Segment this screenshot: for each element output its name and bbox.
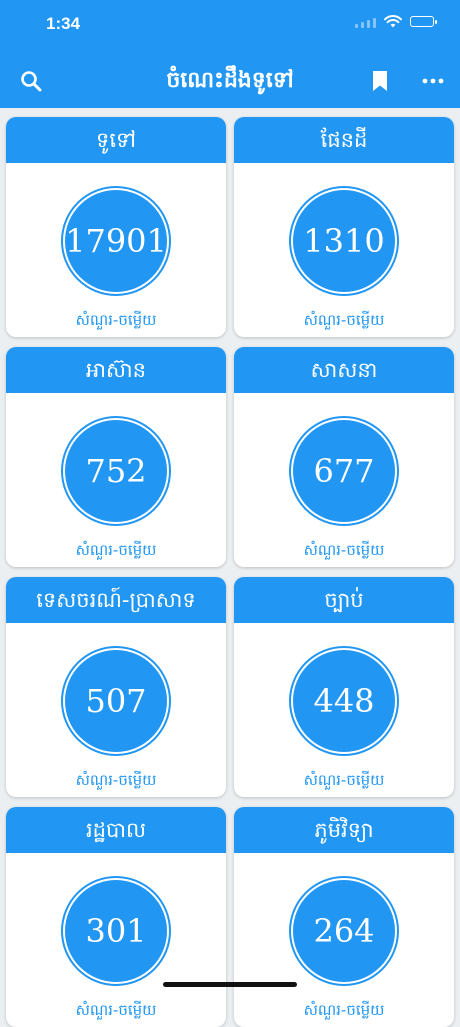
category-card[interactable]: ច្បាប់ 448 សំណួរ-ចម្លើយ — [234, 577, 454, 797]
category-subtitle: សំណួរ-ចម្លើយ — [303, 1001, 385, 1019]
category-grid: ទូទៅ 17901 សំណួរ-ចម្លើយ ផែនដី 1310 សំណួរ… — [6, 117, 454, 1027]
category-title: ទូទៅ — [6, 117, 226, 163]
question-count: 1310 — [293, 190, 395, 292]
category-subtitle: សំណួរ-ចម្លើយ — [75, 311, 157, 329]
question-count: 752 — [65, 420, 167, 522]
count-badge: 1310 — [289, 186, 399, 296]
question-count: 677 — [293, 420, 395, 522]
category-card[interactable]: អាស៊ាន 752 សំណួរ-ចម្លើយ — [6, 347, 226, 567]
question-count: 448 — [293, 650, 395, 752]
question-count: 301 — [65, 880, 167, 982]
more-icon — [422, 78, 444, 84]
question-count: 264 — [293, 880, 395, 982]
count-badge: 301 — [61, 876, 171, 986]
signal-icon — [355, 16, 376, 28]
count-badge: 507 — [61, 646, 171, 756]
count-badge: 17901 — [61, 186, 171, 296]
count-badge: 677 — [289, 416, 399, 526]
category-subtitle: សំណួរ-ចម្លើយ — [75, 1001, 157, 1019]
category-subtitle: សំណួរ-ចម្លើយ — [303, 311, 385, 329]
category-subtitle: សំណួរ-ចម្លើយ — [303, 541, 385, 559]
category-title: ទេសចរណ៍-ប្រាសាទ — [6, 577, 226, 623]
question-count: 17901 — [65, 190, 167, 292]
category-subtitle: សំណួរ-ចម្លើយ — [75, 541, 157, 559]
category-title: សាសនា — [234, 347, 454, 393]
status-bar: 1:34 — [0, 0, 460, 52]
category-card[interactable]: សាសនា 677 សំណួរ-ចម្លើយ — [234, 347, 454, 567]
category-title: ផែនដី — [234, 117, 454, 163]
category-subtitle: សំណួរ-ចម្លើយ — [75, 771, 157, 789]
more-options-button[interactable] — [418, 66, 448, 96]
category-title: រដ្ឋបាល — [6, 807, 226, 853]
bookmark-icon — [373, 71, 387, 91]
count-badge: 264 — [289, 876, 399, 986]
app-bar: ចំណេះដឹងទូទៅ — [0, 52, 460, 108]
category-card[interactable]: ផែនដី 1310 សំណួរ-ចម្លើយ — [234, 117, 454, 337]
question-count: 507 — [65, 650, 167, 752]
count-badge: 752 — [61, 416, 171, 526]
category-title: ភូមិវិទ្យា — [234, 807, 454, 853]
bookmark-button[interactable] — [365, 66, 395, 96]
category-card[interactable]: ភូមិវិទ្យា 264 សំណួរ-ចម្លើយ — [234, 807, 454, 1027]
wifi-icon — [384, 15, 402, 28]
battery-icon — [410, 16, 437, 27]
status-time: 1:34 — [46, 14, 81, 33]
category-card[interactable]: ទូទៅ 17901 សំណួរ-ចម្លើយ — [6, 117, 226, 337]
category-card[interactable]: រដ្ឋបាល 301 សំណួរ-ចម្លើយ — [6, 807, 226, 1027]
count-badge: 448 — [289, 646, 399, 756]
home-indicator — [163, 982, 297, 987]
category-card[interactable]: ទេសចរណ៍-ប្រាសាទ 507 សំណួរ-ចម្លើយ — [6, 577, 226, 797]
category-title: អាស៊ាន — [6, 347, 226, 393]
status-icons — [355, 15, 437, 28]
category-title: ច្បាប់ — [234, 577, 454, 623]
category-subtitle: សំណួរ-ចម្លើយ — [303, 771, 385, 789]
